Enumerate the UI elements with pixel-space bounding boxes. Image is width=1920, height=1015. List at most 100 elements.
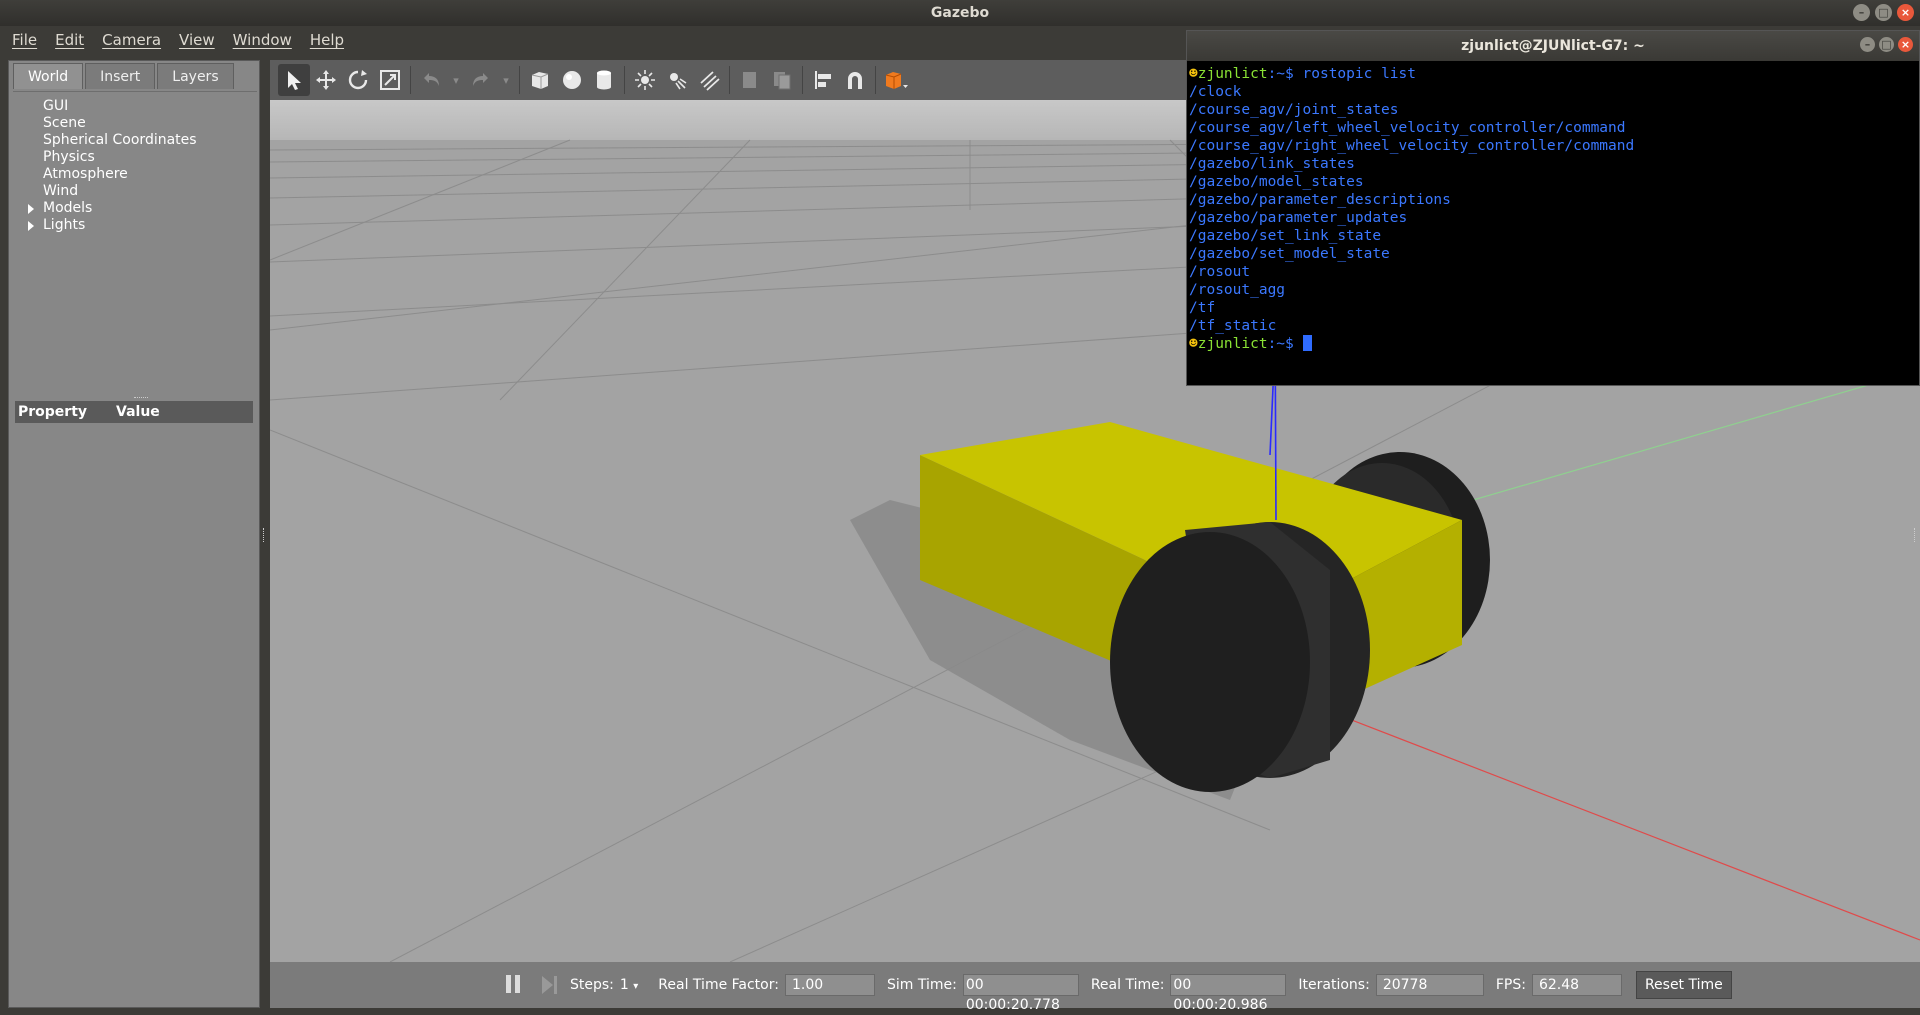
undo-icon[interactable] [415, 64, 447, 96]
value-column-header: Value [116, 404, 160, 420]
menu-window[interactable]: Window [233, 31, 292, 49]
topic-line: /clock [1189, 84, 1242, 100]
reset-time-button[interactable]: Reset Time [1635, 971, 1732, 999]
steps-selector[interactable]: 1 ▾ [620, 977, 638, 993]
real-time-label: Real Time: [1090, 977, 1165, 993]
tab-world[interactable]: World [13, 63, 84, 89]
tab-layers[interactable]: Layers [157, 63, 234, 89]
menu-help[interactable]: Help [310, 31, 344, 49]
property-column-header: Property [18, 404, 88, 420]
topic-line: /tf_static [1189, 318, 1277, 334]
snap-magnet-icon[interactable] [839, 64, 871, 96]
window-titlebar: Gazebo – □ × [0, 0, 1920, 26]
topic-line: /gazebo/set_model_state [1189, 246, 1390, 262]
view-angle-icon[interactable] [880, 64, 912, 96]
expand-arrow-icon[interactable] [28, 221, 34, 231]
terminal-output[interactable]: ☻zjunlict:~$ rostopic list /clock /cours… [1187, 61, 1919, 353]
text-cursor [1302, 335, 1312, 351]
topic-line: /gazebo/parameter_updates [1189, 210, 1408, 226]
point-light-icon[interactable] [629, 64, 661, 96]
tree-item-lights[interactable]: Lights [13, 217, 257, 234]
right-splitter-handle[interactable] [1914, 528, 1917, 542]
topic-line: /course_agv/joint_states [1189, 102, 1399, 118]
terminal-minimize-button[interactable]: – [1860, 37, 1875, 52]
tree-item-label: Wind [43, 183, 79, 199]
tree-item-label: GUI [43, 98, 69, 114]
left-panel: World Insert Layers GUI Scene Spherical … [8, 60, 260, 1008]
sphere-icon[interactable] [556, 64, 588, 96]
iterations-field: 20778 [1375, 974, 1484, 996]
maximize-button[interactable]: □ [1875, 4, 1892, 21]
chevron-down-icon: ▾ [633, 981, 639, 992]
tree-item-label: Models [43, 200, 93, 216]
cylinder-icon[interactable] [588, 64, 620, 96]
tree-item-scene[interactable]: Scene [13, 115, 257, 132]
tree-item-models[interactable]: Models [13, 200, 257, 217]
terminal-maximize-button[interactable]: □ [1879, 37, 1894, 52]
terminal-prompt-line[interactable]: ☻zjunlict:~$ [1189, 335, 1919, 353]
rotate-icon[interactable] [342, 64, 374, 96]
directional-light-icon[interactable] [693, 64, 725, 96]
terminal-window[interactable]: zjunlict@ZJUNlict-G7: ~ – □ × ☻zjunlict:… [1186, 30, 1920, 386]
pause-button[interactable] [506, 975, 524, 995]
topic-line: /gazebo/model_states [1189, 174, 1364, 190]
topic-line: /gazebo/parameter_descriptions [1189, 192, 1451, 208]
copy-icon[interactable] [734, 64, 766, 96]
panel-tabs: World Insert Layers [13, 63, 234, 89]
topic-line: /tf [1189, 300, 1216, 316]
fps-field: 62.48 [1531, 974, 1622, 996]
translate-icon[interactable] [310, 64, 342, 96]
topic-line: /course_agv/right_wheel_velocity_control… [1189, 138, 1635, 154]
prompt-user: zjunlict [1197, 66, 1268, 82]
scale-icon[interactable] [374, 64, 406, 96]
simulation-status-bar: Steps: 1 ▾ Real Time Factor: 1.00 Sim Ti… [270, 962, 1920, 1013]
menu-camera[interactable]: Camera [102, 31, 161, 49]
tree-item-wind[interactable]: Wind [13, 183, 257, 200]
topic-line: /course_agv/left_wheel_velocity_controll… [1189, 120, 1626, 136]
prompt-path: :~$ [1267, 336, 1303, 352]
terminal-close-button[interactable]: × [1898, 37, 1913, 52]
steps-label: Steps: [570, 977, 614, 993]
prompt-user: zjunlict [1197, 336, 1268, 352]
sim-time-field: 00 00:00:20.778 [962, 974, 1079, 1013]
window-title: Gazebo [930, 5, 990, 21]
menu-edit[interactable]: Edit [55, 31, 84, 49]
redo-icon[interactable] [465, 64, 497, 96]
tab-insert[interactable]: Insert [85, 63, 156, 89]
terminal-titlebar[interactable]: zjunlict@ZJUNlict-G7: ~ – □ × [1187, 31, 1919, 61]
menu-file[interactable]: File [12, 31, 37, 49]
tree-item-atmosphere[interactable]: Atmosphere [13, 166, 257, 183]
select-arrow-icon[interactable] [278, 64, 310, 96]
paste-icon[interactable] [766, 64, 798, 96]
tree-item-label: Physics [43, 149, 95, 165]
tree-item-physics[interactable]: Physics [13, 149, 257, 166]
tree-item-label: Lights [43, 217, 86, 233]
expand-arrow-icon[interactable] [28, 204, 34, 214]
sim-time-label: Sim Time: [886, 977, 957, 993]
tree-item-gui[interactable]: GUI [13, 98, 257, 115]
tree-item-spherical-coordinates[interactable]: Spherical Coordinates [13, 132, 257, 149]
close-button[interactable]: × [1897, 4, 1914, 21]
spot-light-icon[interactable] [661, 64, 693, 96]
steps-value: 1 [619, 977, 629, 993]
terminal-command-line: ☻zjunlict:~$ rostopic list [1189, 65, 1919, 83]
align-icon[interactable] [807, 64, 839, 96]
iterations-label: Iterations: [1298, 977, 1370, 993]
real-time-field: 00 00:00:20.986 [1170, 974, 1287, 1013]
command-text: rostopic list [1302, 66, 1417, 82]
smiley-icon: ☻ [1189, 336, 1198, 352]
redo-history-chevron-icon[interactable]: ▾ [497, 64, 515, 96]
property-table-header: Property Value [15, 401, 253, 423]
minimize-button[interactable]: – [1853, 4, 1870, 21]
panel-splitter-handle[interactable] [134, 397, 148, 400]
left-splitter-handle[interactable] [263, 528, 266, 542]
prompt-path: :~$ [1267, 66, 1303, 82]
undo-history-chevron-icon[interactable]: ▾ [447, 64, 465, 96]
box-icon[interactable] [524, 64, 556, 96]
fps-label: FPS: [1495, 977, 1526, 993]
real-time-factor-label: Real Time Factor: [658, 977, 779, 993]
topic-line: /rosout_agg [1189, 282, 1286, 298]
tree-item-label: Spherical Coordinates [43, 132, 197, 148]
menu-view[interactable]: View [179, 31, 215, 49]
step-button[interactable] [542, 976, 558, 994]
